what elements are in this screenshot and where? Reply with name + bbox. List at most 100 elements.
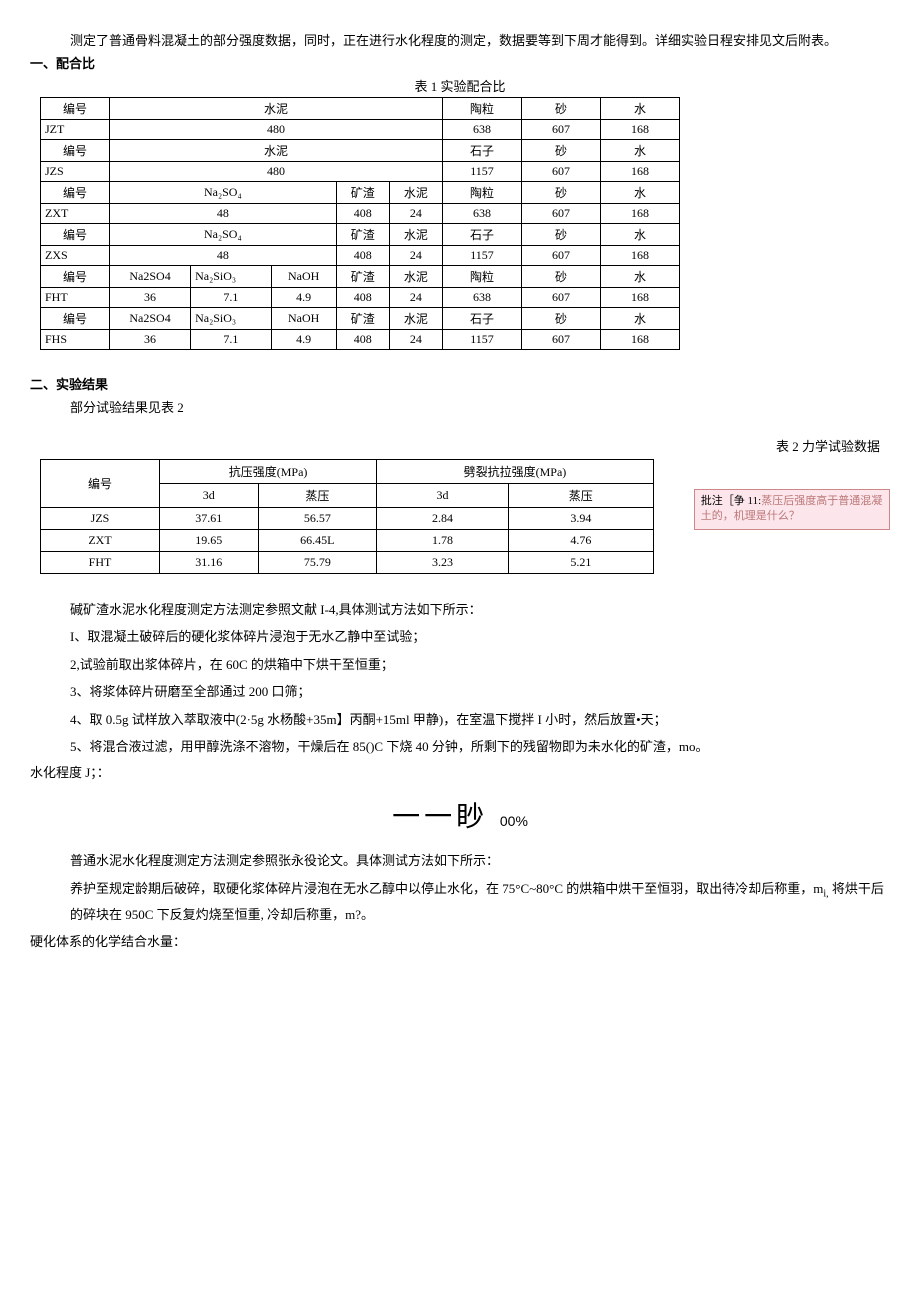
formula: 一一眇 00% [30,795,890,835]
formula-main: 一一眇 [392,801,488,832]
table1-caption: 表 1 实验配合比 [30,76,890,95]
cell: Na₂SO₄ [110,224,337,246]
table2-label: 表 2 力学试验数据 [30,436,890,455]
step-5: 5、将混合液过滤，用甲醇洗涤不溶物，干燥后在 85()C 下烧 40 分钟，所剩… [70,735,890,758]
comment-lead: 批注［争 11: [701,495,761,507]
cell: 168 [601,204,680,224]
cell: 3.23 [377,552,509,574]
cell: 638 [443,120,522,140]
method-intro: 碱矿渣水泥水化程度测定方法测定参照文献 I-4,具体测试方法如下所示： [70,598,890,621]
cell: FHT [41,288,110,308]
cell: JZT [41,120,110,140]
cell: FHT [41,552,160,574]
cell: 408 [336,288,389,308]
cell: 砂 [522,308,601,330]
cell: 24 [389,288,442,308]
cell: 168 [601,288,680,308]
cell: 3.94 [508,508,653,530]
cell: 480 [110,120,443,140]
cell: 砂 [522,182,601,204]
cell: 抗压强度(MPa) [160,460,377,484]
cell: 48 [110,246,337,266]
cell: Na2SO4 [110,308,191,330]
para-3: 养护至规定龄期后破碎，取硬化浆体碎片浸泡在无水乙醇中以停止水化，在 75°C~8… [70,877,890,927]
cell: ZXS [41,246,110,266]
cell: 石子 [443,140,522,162]
cell: 3d [377,484,509,508]
cell: 矿渣 [336,308,389,330]
cell: 砂 [522,224,601,246]
cell: 1157 [443,330,522,350]
mix-ratio-table: 编号 水泥 陶粒 砂 水 JZT 480 638 607 168 编号 水泥 石… [40,97,680,350]
cell: 607 [522,330,601,350]
cell: 4.9 [271,288,336,308]
cell: 编号 [41,182,110,204]
cell: 607 [522,204,601,224]
para3-a: 养护至规定龄期后破碎，取硬化浆体碎片浸泡在无水乙醇中以停止水化，在 75°C~8… [70,881,823,896]
cell: 劈裂抗拉强度(MPa) [377,460,654,484]
cell: 607 [522,246,601,266]
cell: 24 [389,330,442,350]
step-2: 2,试验前取出浆体碎片，在 60C 的烘箱中下烘干至恒重； [70,653,890,676]
cell: 编号 [41,308,110,330]
cell: 2.84 [377,508,509,530]
cell: 编号 [41,140,110,162]
cell: 75.79 [258,552,377,574]
cell: 7.1 [191,330,272,350]
cell: 陶粒 [443,98,522,120]
cell: 石子 [443,308,522,330]
cell: 矿渣 [336,266,389,288]
cell: 66.45L [258,530,377,552]
cell: 56.57 [258,508,377,530]
table-row: FHT 31.16 75.79 3.23 5.21 [41,552,654,574]
step-4: 4、取 0.5g 试样放入萃取液中(2·5g 水杨酸+35m】丙酮+15ml 甲… [70,708,890,731]
cell: 水 [601,224,680,246]
cell: 陶粒 [443,266,522,288]
cell: 638 [443,288,522,308]
hydration-label: 水化程度 J；： [30,762,890,781]
cell: NaOH [271,308,336,330]
cell: 砂 [522,140,601,162]
cell: 水泥 [110,98,443,120]
cell: 4.9 [271,330,336,350]
cell: Na₂SiO₃ [191,266,272,288]
cell: 编号 [41,266,110,288]
cell: 408 [336,330,389,350]
cell: Na₂SiO₃ [191,308,272,330]
cell: 607 [522,288,601,308]
cell: 3d [160,484,259,508]
cell: 1157 [443,162,522,182]
cell: 7.1 [191,288,272,308]
cell: 水 [601,308,680,330]
cell: 4.76 [508,530,653,552]
cell: 168 [601,162,680,182]
cell: 砂 [522,266,601,288]
section-2-title: 二、实验结果 [30,374,890,393]
cell: JZS [41,162,110,182]
comment-annotation: 批注［争 11:蒸压后强度高于普通混凝土的，机理是什么？ [694,489,890,530]
intro-text: 测定了普通骨料混凝土的部分强度数据，同时，正在进行水化程度的测定，数据要等到下周… [70,30,890,49]
cell: 24 [389,204,442,224]
cell: 168 [601,120,680,140]
cell: 蒸压 [258,484,377,508]
cell: 36 [110,288,191,308]
step-3: 3、将浆体碎片研磨至全部通过 200 口筛； [70,680,890,703]
cell: 砂 [522,98,601,120]
cell: 168 [601,330,680,350]
cell: 168 [601,246,680,266]
cell: 31.16 [160,552,259,574]
cell: 水 [601,182,680,204]
cell: 水 [601,140,680,162]
cell: ZXT [41,530,160,552]
cell: 水泥 [389,308,442,330]
cell: ZXT [41,204,110,224]
table-row: ZXT 19.65 66.45L 1.78 4.76 [41,530,654,552]
cell: 石子 [443,224,522,246]
cell: 24 [389,246,442,266]
cell: Na2SO4 [110,266,191,288]
cell: 408 [336,246,389,266]
cell: FHS [41,330,110,350]
cell: 水泥 [389,182,442,204]
table-row: JZS 37.61 56.57 2.84 3.94 [41,508,654,530]
cell: 水 [601,98,680,120]
